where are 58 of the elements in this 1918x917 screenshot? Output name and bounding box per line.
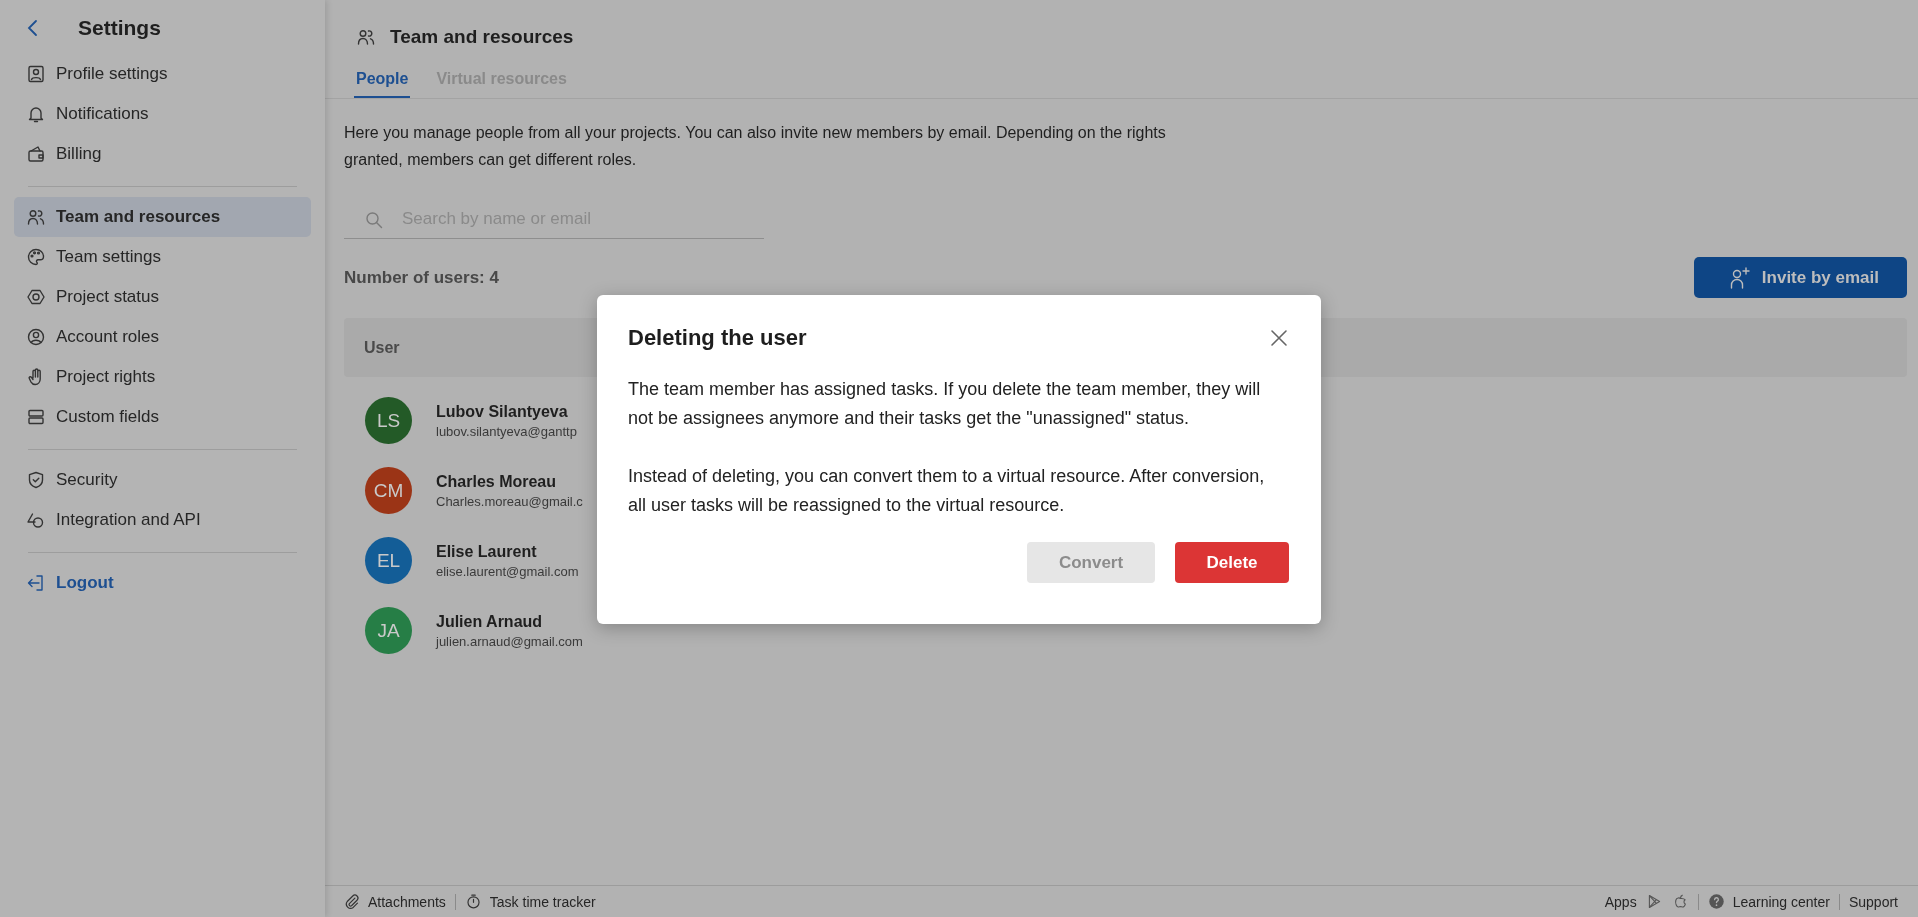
avatar: EL: [365, 537, 412, 584]
sidebar-item[interactable]: Account roles: [14, 317, 311, 357]
sidebar-item[interactable]: Integration and API: [14, 500, 311, 540]
avatar: JA: [365, 607, 412, 654]
user-email: lubov.silantyeva@ganttp: [436, 423, 577, 439]
avatar: CM: [365, 467, 412, 514]
sidebar-item[interactable]: Security: [14, 460, 311, 500]
logout-icon: [26, 573, 46, 593]
sidebar-item[interactable]: Custom fields: [14, 397, 311, 437]
delete-button[interactable]: Delete: [1175, 542, 1289, 583]
sidebar-item[interactable]: Team settings: [14, 237, 311, 277]
dialog-text: The team member has assigned tasks. If you delete the team member, they will not be assignees anymore and their tasks get the "unassigned" status.: [628, 378, 1262, 430]
sidebar-title: Settings: [78, 16, 161, 40]
user-email: Charles.moreau@gmail.c: [436, 493, 583, 509]
user-name: Julien Arnaud: [436, 612, 544, 631]
wallet-icon: [26, 144, 46, 164]
tab[interactable]: People: [354, 64, 411, 98]
bell-icon: [26, 104, 46, 124]
stopwatch-icon: [464, 893, 482, 910]
close-icon[interactable]: [1269, 328, 1289, 348]
sidebar-item[interactable]: Notifications: [14, 94, 311, 134]
back-icon[interactable]: [26, 19, 40, 37]
dialog-text: Instead of deleting, you can convert them to a virtual resource. After conversion, all user tasks will be reassigned to the virtual resource.: [628, 465, 1266, 517]
hexagon-icon: [26, 287, 46, 307]
user-circle-icon: [26, 327, 46, 347]
apps-label: Apps: [1604, 893, 1637, 910]
logout-link[interactable]: Logout: [14, 563, 311, 603]
user-name: Elise Laurent: [436, 542, 538, 561]
avatar: LS: [365, 397, 412, 444]
invite-button[interactable]: Invite by email: [1693, 257, 1907, 298]
user-email: elise.laurent@gmail.com: [436, 563, 579, 579]
person-card-icon: [26, 64, 46, 84]
shapes-icon: [26, 510, 46, 530]
sidebar-item[interactable]: Project rights: [14, 357, 311, 397]
page-title: Team and resources: [390, 26, 574, 48]
user-email: julien.arnaud@gmail.com: [436, 633, 583, 649]
footer-link[interactable]: Learning center: [1707, 893, 1830, 910]
dialog-title: Deleting the user: [628, 325, 807, 351]
paperclip-icon: [343, 893, 360, 910]
help-icon: [1707, 893, 1725, 910]
stacked-bars-icon: [26, 407, 46, 427]
sidebar-item[interactable]: Team and resources: [14, 197, 311, 237]
footer-link[interactable]: Support: [1848, 893, 1898, 910]
people-icon: [356, 27, 376, 47]
user-count: Number of users: 4: [344, 267, 499, 288]
column-header: User: [364, 338, 400, 357]
sidebar-item[interactable]: Profile settings: [14, 54, 311, 94]
user-name: Lubov Silantyeva: [436, 402, 569, 421]
user-name: Charles Moreau: [436, 472, 558, 491]
palette-icon: [26, 247, 46, 267]
description-text: Here you manage people from all your projects. You can also invite new members by email. Depending on the rights granted, members can get different roles.: [344, 123, 1167, 170]
people-icon: [26, 207, 46, 227]
sidebar-item[interactable]: Project status: [14, 277, 311, 317]
footer-link[interactable]: Task time tracker: [464, 893, 596, 910]
shield-icon: [26, 470, 46, 490]
footer-link[interactable]: Attachments: [343, 893, 446, 910]
search-icon: [364, 210, 384, 230]
sidebar-item[interactable]: Billing: [14, 134, 311, 174]
